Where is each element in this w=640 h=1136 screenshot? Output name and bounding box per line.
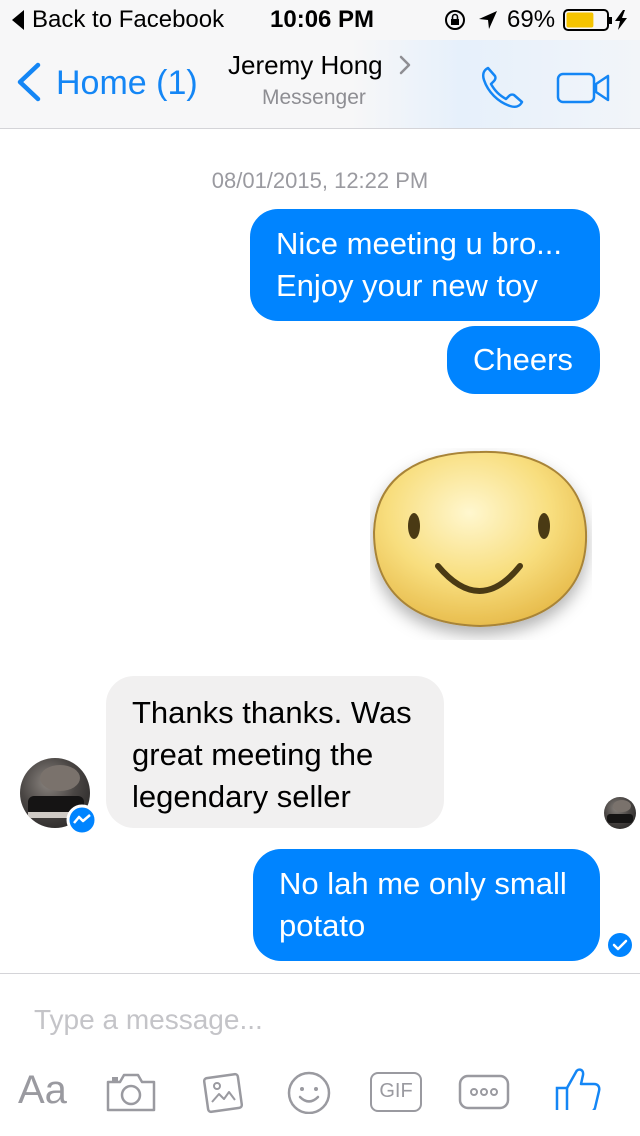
camera-icon[interactable] [104,1070,158,1114]
gallery-icon[interactable] [198,1070,246,1114]
orientation-lock-icon [445,10,465,30]
message-line: legendary seller [132,779,351,814]
phone-call-icon[interactable] [478,64,526,112]
message-line: great meeting the [132,737,374,772]
conversation-header: Home (1) Jeremy Hong Messenger [0,40,640,129]
gif-button[interactable]: GIF [370,1072,422,1112]
contact-name[interactable]: Jeremy Hong [228,50,383,81]
delivered-check-icon [608,933,632,957]
message-line: potato [279,908,366,943]
outgoing-message[interactable]: Cheers [447,326,600,394]
message-input[interactable]: Type a message... [34,1004,263,1036]
message-line: Thanks thanks. Was [132,695,412,730]
back-chevron-icon[interactable] [14,62,44,102]
gif-label: GIF [379,1080,413,1102]
outgoing-message[interactable]: No lah me only small potato [253,849,600,961]
back-home-button[interactable]: Home (1) [56,64,198,103]
battery-percent: 69% [507,6,556,33]
video-call-icon[interactable] [556,70,610,106]
message-line: Cheers [473,342,573,377]
battery-icon [563,9,627,31]
message-line: Enjoy your new toy [276,268,538,303]
back-arrow-icon[interactable] [12,10,26,30]
messenger-badge-icon [66,804,98,836]
incoming-message[interactable]: Thanks thanks. Was great meeting the leg… [106,676,444,828]
thumbs-up-icon[interactable] [554,1066,602,1110]
chevron-right-icon[interactable] [398,54,412,76]
message-line: No lah me only small [279,866,567,901]
seen-avatar [604,797,636,829]
outgoing-message[interactable]: Nice meeting u bro... Enjoy your new toy [250,209,600,321]
contact-subtitle: Messenger [262,86,366,109]
more-icon[interactable] [458,1074,510,1118]
message-timestamp: 08/01/2015, 12:22 PM [211,168,429,193]
composer: Type a message... Aa GIF [0,974,640,1136]
back-to-app-link[interactable]: Back to Facebook [32,6,224,34]
location-icon [479,11,497,29]
text-icon[interactable]: Aa [18,1066,67,1112]
emoji-icon[interactable] [286,1070,332,1114]
message-line: Nice meeting u bro... [276,226,563,261]
clock: 10:06 PM [270,6,375,33]
seen-photo [607,800,633,823]
smiley-sticker-icon[interactable] [370,448,592,640]
status-bar: Back to Facebook 10:06 PM 69% [0,0,640,40]
